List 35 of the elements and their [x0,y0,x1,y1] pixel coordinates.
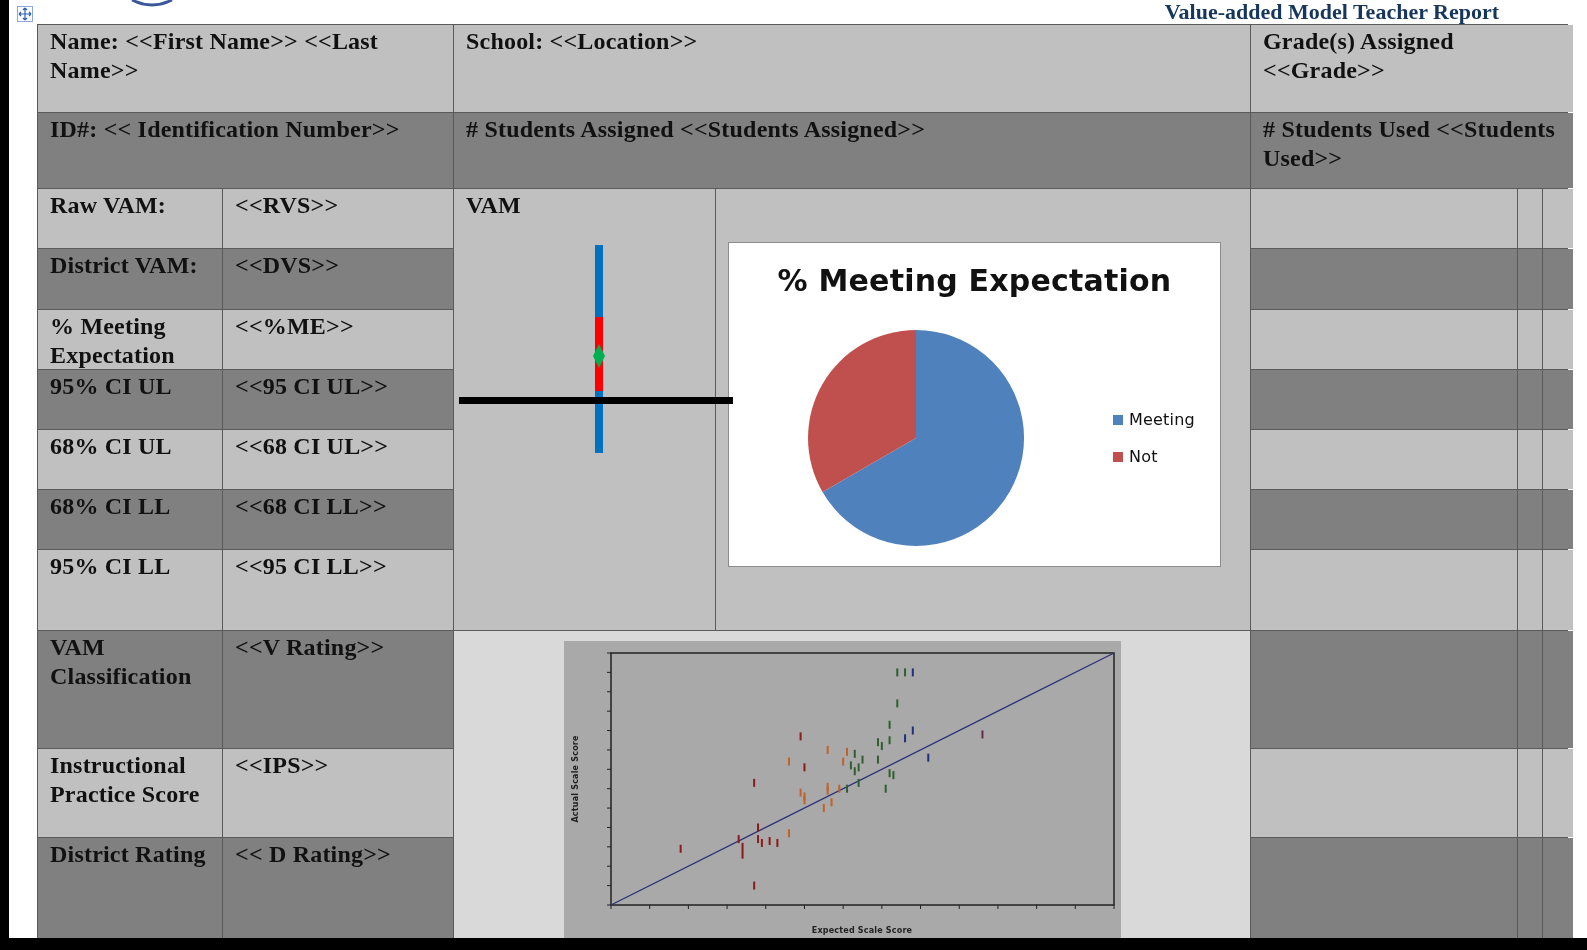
x-axis-label: Expected Scale Score [811,926,913,935]
table-cell: Grade(s) Assigned <<Grade>> [1251,25,1573,112]
metric-label: Raw VAM: [38,189,222,248]
rating-value: <<IPS>> [223,749,453,837]
vam-label: VAM [466,192,521,218]
metric-value: <<DVS>> [223,249,453,309]
metric-label: 95% CI LL [38,550,222,630]
table-cell: # Students Used <<Students Used>> [1251,113,1573,188]
document-title: Value-added Model Teacher Report [1164,0,1499,24]
rating-label: District Rating [38,838,222,938]
table-cell: ID#: << Identification Number>> [38,113,453,188]
metric-label: 95% CI UL [38,370,222,429]
metric-value: <<RVS>> [223,189,453,248]
metric-value: <<68 CI LL>> [223,490,453,549]
rating-label: Instructional Practice Score [38,749,222,837]
rating-label: VAM Classification [38,631,222,748]
y-axis-label: Actual Scale Score [571,735,580,823]
table-cell: # Students Assigned <<Students Assigned>> [454,113,1250,188]
metric-value: <<68 CI UL>> [223,430,453,489]
move-handle-icon[interactable] [17,6,33,22]
legend-label: Not [1129,445,1158,468]
metric-value: <<95 CI LL>> [223,550,453,630]
chart-title: % Meeting Expectation [776,263,1173,299]
metric-label: 68% CI UL [38,430,222,489]
metric-label: % Meeting Expectation [38,310,222,369]
legend-label: Meeting [1129,408,1195,431]
metric-value: <<%ME>> [223,310,453,369]
metric-label: District VAM: [38,249,222,309]
table-cell: Name: <<First Name>> <<Last Name>> [38,25,453,112]
metric-value: <<95 CI UL>> [223,370,453,429]
metric-label: 68% CI LL [38,490,222,549]
rating-value: << D Rating>> [223,838,453,938]
table-cell: School: <<Location>> [454,25,1250,112]
logo-icon [130,0,174,8]
rating-value: <<V Rating>> [223,631,453,748]
